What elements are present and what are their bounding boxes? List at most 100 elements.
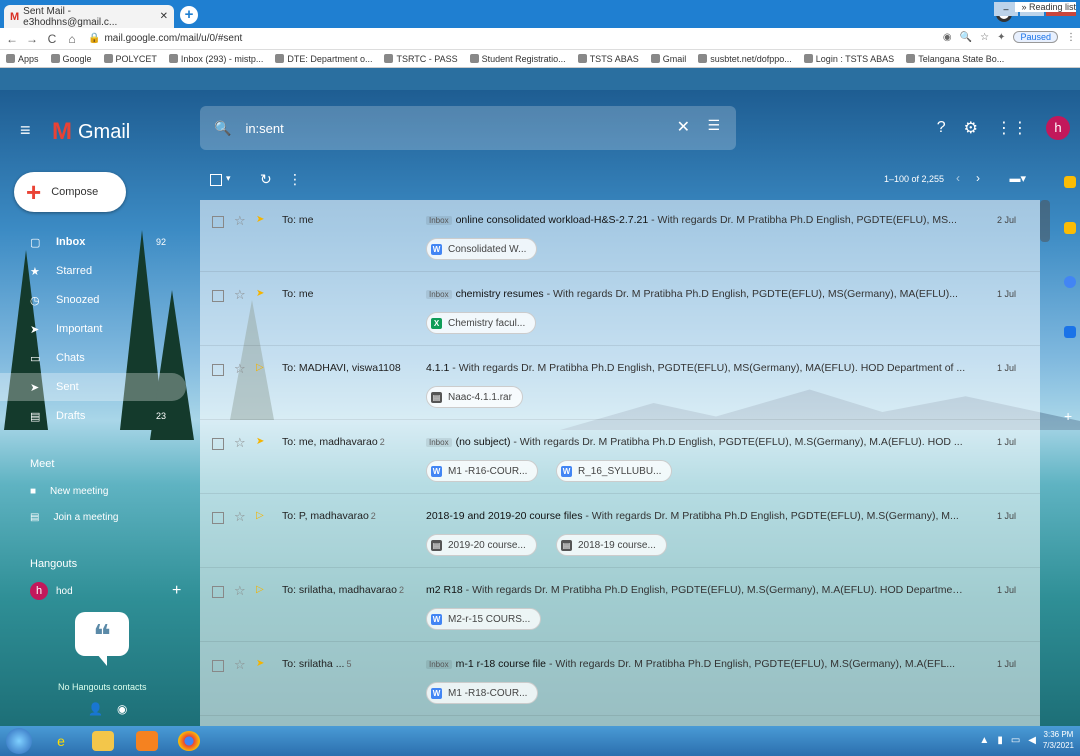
gmail-logo[interactable]: M Gmail xyxy=(52,118,130,146)
star-icon[interactable]: ☆ xyxy=(234,435,246,451)
network-icon[interactable]: ▮ xyxy=(997,735,1003,746)
important-marker-icon[interactable]: ▷ xyxy=(256,510,264,521)
tasks-icon[interactable] xyxy=(1064,276,1076,288)
calendar-icon[interactable] xyxy=(1064,176,1076,188)
select-dropdown-icon[interactable]: ▾ xyxy=(226,173,231,184)
tray-arrow-icon[interactable]: ▲ xyxy=(979,735,989,746)
mail-row[interactable]: ☆ ▷ To: srilatha, madhavarao 2 m2 R18 - With… xyxy=(200,570,1040,642)
sidebar-item-inbox[interactable]: ▢ Inbox 92 xyxy=(0,228,186,256)
star-icon[interactable]: ☆ xyxy=(234,287,246,303)
phone-icon[interactable]: ◉ xyxy=(117,702,127,716)
join-meeting-item[interactable]: ▤ Join a meeting xyxy=(30,512,119,523)
profile-paused-button[interactable]: Paused xyxy=(1013,31,1058,43)
contacts-icon[interactable] xyxy=(1064,326,1076,338)
search-icon[interactable]: 🔍 xyxy=(214,120,231,137)
main-menu-icon[interactable]: ≡ xyxy=(20,120,31,141)
bookmark-item[interactable]: Apps xyxy=(6,54,39,64)
row-checkbox[interactable] xyxy=(212,512,224,524)
attachment-chip[interactable]: ▤ 2019-20 course... xyxy=(426,534,537,556)
browser-tab[interactable]: M Sent Mail - e3hodhns@gmail.c... ✕ xyxy=(4,5,174,28)
mail-row[interactable]: ☆ ➤ To: me, madhavarao 2 Inbox (no subject) -… xyxy=(200,422,1040,494)
sidebar-item-chats[interactable]: ▭ Chats xyxy=(0,344,186,372)
row-checkbox[interactable] xyxy=(212,216,224,228)
folder-icon[interactable] xyxy=(92,731,114,751)
bookmark-item[interactable]: DTE: Department o... xyxy=(275,54,372,64)
bookmark-item[interactable]: susbtet.net/dofppo... xyxy=(698,54,792,64)
inbox-label-tag[interactable]: Inbox xyxy=(426,290,452,299)
attachment-chip[interactable]: W M1 -R16-COUR... xyxy=(426,460,539,482)
sidebar-item-snoozed[interactable]: ◷ Snoozed xyxy=(0,286,186,314)
extensions-icon[interactable]: ✦ xyxy=(997,32,1005,43)
bookmark-item[interactable]: Inbox (293) - mistp... xyxy=(168,54,263,64)
inbox-label-tag[interactable]: Inbox xyxy=(426,216,452,225)
sidebar-item-sent[interactable]: ➤ Sent xyxy=(0,373,186,401)
minimize-icon[interactable]: – xyxy=(994,2,1018,16)
bookmark-item[interactable]: Telangana State Bo... xyxy=(906,54,1004,64)
bookmark-star-icon[interactable]: ☆ xyxy=(980,32,989,43)
attachment-chip[interactable]: W Consolidated W... xyxy=(426,238,538,260)
bookmark-item[interactable]: POLYCET xyxy=(103,54,157,64)
mail-row[interactable]: ☆ ➤ To: me Inbox chemistry resumes - With re… xyxy=(200,274,1040,346)
important-marker-icon[interactable]: ➤ xyxy=(256,288,264,299)
help-icon[interactable]: ? xyxy=(937,119,946,137)
star-icon[interactable]: ☆ xyxy=(234,361,246,377)
url-field[interactable]: 🔒 mail.google.com/mail/u/0/#sent xyxy=(88,33,242,44)
bookmark-item[interactable]: Gmail xyxy=(650,54,686,64)
mail-row[interactable]: ☆ ▷ To: MADHAVI, viswa1108 4.1.1 - With reg… xyxy=(200,348,1040,420)
person-icon[interactable]: 👤 xyxy=(88,702,103,716)
bookmarks-more-icon[interactable]: » xyxy=(1021,2,1026,12)
refresh-icon[interactable]: ↻ xyxy=(260,171,272,188)
forward-icon[interactable]: → xyxy=(24,32,40,46)
row-checkbox[interactable] xyxy=(212,290,224,302)
home-icon[interactable]: ⌂ xyxy=(64,32,80,46)
row-checkbox[interactable] xyxy=(212,364,224,376)
add-hangout-icon[interactable]: + xyxy=(172,582,181,600)
hangouts-user[interactable]: h hod xyxy=(30,582,73,600)
back-icon[interactable]: ← xyxy=(4,32,20,46)
sidebar-item-drafts[interactable]: ▤ Drafts 23 xyxy=(0,402,186,430)
sidebar-item-starred[interactable]: ★ Starred xyxy=(0,257,186,285)
important-marker-icon[interactable]: ▷ xyxy=(256,584,264,595)
settings-gear-icon[interactable]: ⚙ xyxy=(964,118,978,138)
media-player-icon[interactable] xyxy=(136,731,158,751)
inbox-label-tag[interactable]: Inbox xyxy=(426,660,452,669)
mail-row[interactable]: ☆ ▷ To: P, madhavarao 2 2018-19 and 2019-20 … xyxy=(200,496,1040,568)
keep-icon[interactable] xyxy=(1064,222,1076,234)
next-page-icon[interactable]: › xyxy=(976,171,980,185)
search-options-icon[interactable]: ☰ xyxy=(707,117,720,134)
row-checkbox[interactable] xyxy=(212,586,224,598)
account-avatar[interactable]: h xyxy=(1046,116,1070,140)
chrome-taskbar-icon[interactable] xyxy=(178,731,200,751)
new-tab-button[interactable]: + xyxy=(180,6,198,24)
taskbar-clock[interactable]: 3:36 PM 7/3/2021 xyxy=(1043,729,1074,751)
menu-dots-icon[interactable]: ⋮ xyxy=(1066,32,1076,43)
row-checkbox[interactable] xyxy=(212,438,224,450)
attachment-chip[interactable]: W M1 -R18-COUR... xyxy=(426,682,539,704)
zoom-icon[interactable]: 🔍 xyxy=(960,32,972,43)
ie-icon[interactable]: e xyxy=(50,731,72,751)
attachment-chip[interactable]: X Chemistry facul... xyxy=(426,312,537,334)
bookmark-item[interactable]: Student Registratio... xyxy=(469,54,566,64)
previous-page-icon[interactable]: ‹ xyxy=(956,171,960,185)
volume-icon[interactable]: ◀ xyxy=(1028,735,1036,746)
bookmark-item[interactable]: TSTS ABAS xyxy=(577,54,639,64)
mail-list-scrollbar[interactable] xyxy=(1040,200,1050,242)
row-checkbox[interactable] xyxy=(212,660,224,672)
important-marker-icon[interactable]: ➤ xyxy=(256,436,264,447)
attachment-chip[interactable]: ▤ Naac-4.1.1.rar xyxy=(426,386,523,408)
star-icon[interactable]: ☆ xyxy=(234,657,246,673)
apps-grid-icon[interactable]: ⋮⋮ xyxy=(996,118,1028,138)
mail-row[interactable]: ☆ ➤ To: srilatha ... 5 Inbox m-1 r-18 course … xyxy=(200,644,1040,716)
star-icon[interactable]: ☆ xyxy=(234,509,246,525)
view-settings-icon[interactable]: ▬▾ xyxy=(1009,172,1026,185)
inbox-label-tag[interactable]: Inbox xyxy=(426,438,452,447)
important-marker-icon[interactable]: ▷ xyxy=(256,362,264,373)
search-input[interactable] xyxy=(245,120,666,136)
important-marker-icon[interactable]: ➤ xyxy=(256,214,264,225)
attachment-chip[interactable]: ▤ 2018-19 course... xyxy=(556,534,667,556)
star-icon[interactable]: ☆ xyxy=(234,213,246,229)
new-meeting-item[interactable]: ■ New meeting xyxy=(30,486,108,497)
bookmark-item[interactable]: TSRTC - PASS xyxy=(384,54,458,64)
start-button[interactable] xyxy=(6,728,32,754)
attachment-chip[interactable]: W R_16_SYLLUBU... xyxy=(556,460,673,482)
